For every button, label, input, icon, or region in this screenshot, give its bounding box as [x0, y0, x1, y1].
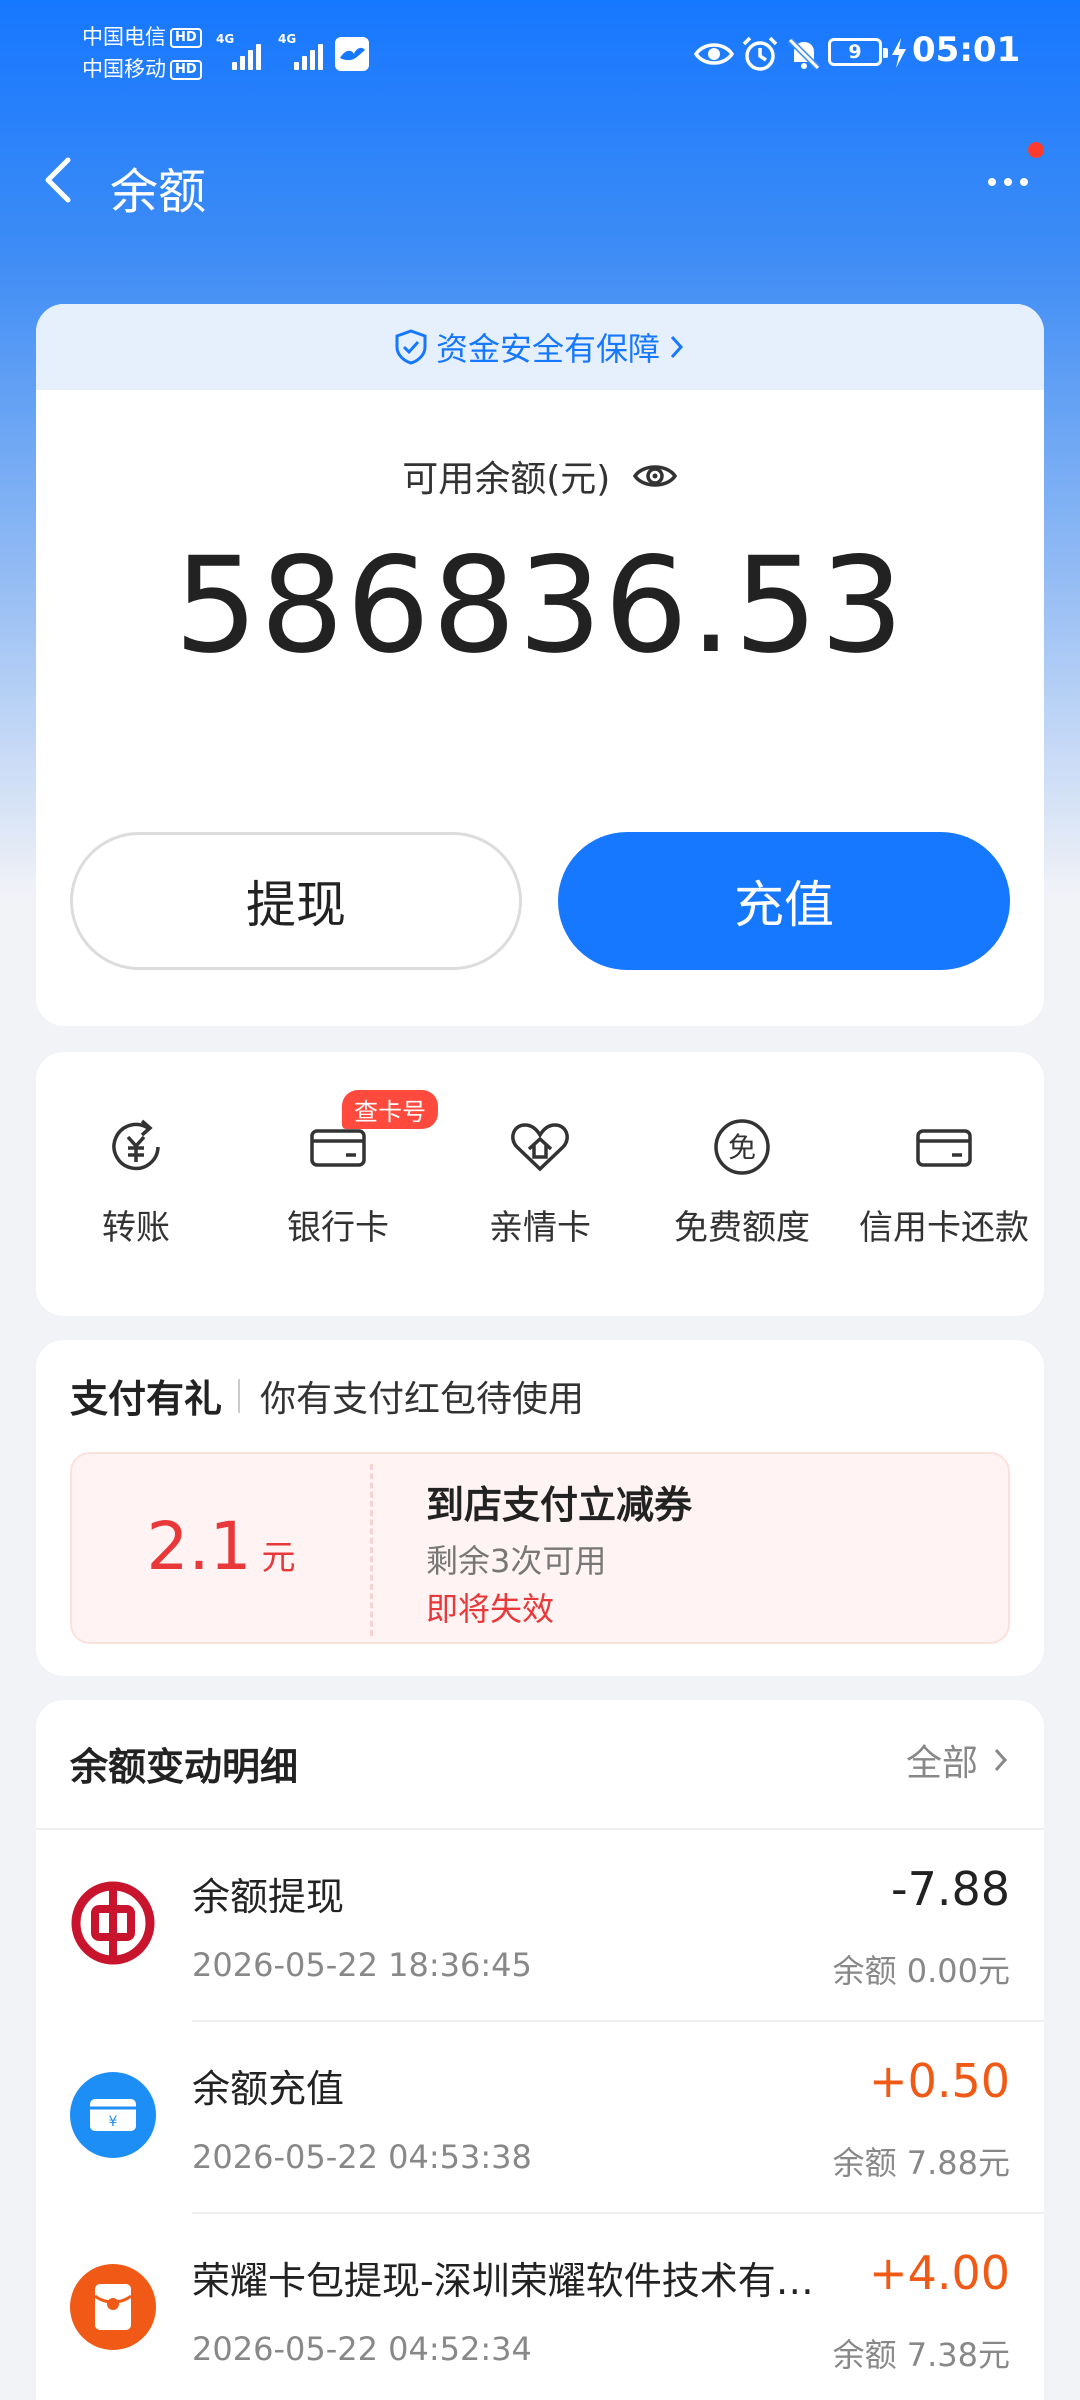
transaction-balance: 余额 7.88元 — [832, 2144, 1010, 2182]
chevron-right-icon — [670, 335, 684, 359]
mute-bell-icon — [787, 37, 821, 71]
recharge-button[interactable]: 充值 — [558, 832, 1010, 970]
page-title: 余额 — [110, 164, 207, 220]
transaction-amount: +0.50 — [869, 2054, 1010, 2108]
eye-toggle-icon[interactable] — [632, 458, 678, 494]
transaction-title: 荣耀卡包提现-深圳荣耀软件技术有… — [192, 2259, 814, 2303]
svg-text:¥: ¥ — [109, 2114, 118, 2130]
balance-card: 资金安全有保障 可用余额(元) 586836.53 提现 充值 — [36, 304, 1044, 1026]
transaction-balance: 余额 7.38元 — [832, 2336, 1010, 2374]
coupon-name: 到店支付立减券 — [426, 1483, 693, 1527]
balance-amount: 586836.53 — [174, 529, 906, 683]
bank-of-china-icon — [70, 1880, 156, 1966]
red-packet-icon — [70, 2264, 156, 2350]
coupon-amount-unit: 元 — [261, 1538, 296, 1578]
eye-comfort-icon — [694, 43, 734, 65]
transaction-amount: -7.88 — [890, 1862, 1010, 1916]
promo-header: 支付有礼 你有支付红包待使用 — [70, 1368, 584, 1423]
promo-subtitle: 你有支付红包待使用 — [260, 1378, 585, 1420]
status-bar: 中国电信 HD 中国移动 HD 4G 4G 9 05:01 — [0, 0, 1080, 110]
coupon[interactable]: 2.1 元 到店支付立减券 剩余3次可用 即将失效 — [70, 1452, 1010, 1644]
notification-dot — [1028, 142, 1044, 158]
transaction-title: 余额充值 — [192, 2067, 345, 2111]
shield-icon — [395, 329, 427, 365]
action-transfer[interactable]: 转账 — [36, 1106, 236, 1249]
network-type-label: 4G — [278, 32, 297, 46]
nav-header: 余额 — [0, 120, 1080, 240]
signal-1-icon: 4G — [216, 32, 261, 70]
coupon-amount: 2.1 元 — [72, 1508, 370, 1585]
transaction-time: 2026-05-22 18:36:45 — [192, 1946, 532, 1984]
more-options-button[interactable] — [980, 164, 1040, 194]
transaction-title: 余额提现 — [192, 1875, 345, 1919]
coupon-remaining: 剩余3次可用 — [426, 1542, 607, 1580]
security-text: 资金安全有保障 — [435, 330, 660, 368]
app-notification-icon — [335, 37, 369, 71]
action-family-card[interactable]: 亲情卡 — [440, 1106, 640, 1249]
coupon-expire: 即将失效 — [426, 1590, 555, 1628]
promo-title: 支付有礼 — [70, 1377, 223, 1421]
bank-card-tag: 查卡号 — [342, 1090, 438, 1129]
view-all-label: 全部 — [905, 1743, 978, 1784]
coupon-amount-value: 2.1 — [146, 1508, 252, 1585]
transaction-balance: 余额 0.00元 — [832, 1952, 1010, 1990]
coupon-divider — [370, 1464, 373, 1636]
transaction-row[interactable]: 荣耀卡包提现-深圳荣耀软件技术有… 2026-05-22 04:52:34 +4… — [36, 2214, 1044, 2400]
transfer-icon — [112, 1119, 160, 1171]
battery-icon: 9 — [828, 38, 888, 66]
transaction-time: 2026-05-22 04:53:38 — [192, 2138, 532, 2176]
charging-icon — [892, 38, 906, 68]
transaction-time: 2026-05-22 04:52:34 — [192, 2330, 532, 2368]
recharge-icon: ¥ — [70, 2072, 156, 2158]
security-banner[interactable]: 资金安全有保障 — [36, 304, 1044, 390]
battery-level: 9 — [848, 41, 862, 63]
transactions-card: 余额变动明细 全部 余额提现 2026-05-22 18:36:45 -7.88… — [36, 1700, 1044, 2400]
action-label: 银行卡 — [287, 1208, 389, 1248]
action-credit-card[interactable]: 信用卡还款 — [844, 1106, 1044, 1249]
svg-text:免: 免 — [728, 1131, 756, 1164]
divider — [238, 1378, 241, 1413]
alarm-icon — [742, 36, 778, 71]
recharge-label: 充值 — [734, 876, 834, 934]
carrier-1-label: 中国电信 — [82, 25, 166, 49]
balance-label: 可用余额(元) — [402, 459, 611, 500]
carrier-1: 中国电信 HD — [82, 24, 202, 50]
action-label: 信用卡还款 — [859, 1208, 1029, 1248]
signal-2-icon: 4G — [278, 32, 323, 70]
transaction-amount: +4.00 — [869, 2246, 1010, 2300]
network-type-label: 4G — [216, 32, 235, 46]
view-all-button[interactable]: 全部 — [906, 1734, 1010, 1786]
promo-card: 支付有礼 你有支付红包待使用 2.1 元 到店支付立减券 剩余3次可用 即将失效 — [36, 1340, 1044, 1676]
withdraw-label: 提现 — [246, 876, 346, 934]
action-free-quota[interactable]: 免 免费额度 — [642, 1106, 842, 1249]
hd-badge: HD — [170, 28, 202, 48]
clock: 05:01 — [912, 30, 1021, 70]
carrier-2-label: 中国移动 — [82, 57, 166, 81]
quick-actions-card: 转账 银行卡 查卡号 亲情卡 免 免费额度 信用卡还款 — [36, 1052, 1044, 1316]
family-card-icon — [511, 1123, 569, 1172]
hd-badge: HD — [170, 60, 202, 80]
action-label: 免费额度 — [674, 1208, 810, 1248]
credit-card-icon — [916, 1129, 972, 1167]
balance-label-row: 可用余额(元) — [36, 450, 1044, 502]
carrier-2: 中国移动 HD — [82, 56, 202, 82]
action-label: 亲情卡 — [489, 1208, 591, 1248]
action-label: 转账 — [102, 1208, 170, 1248]
free-quota-icon: 免 — [714, 1119, 770, 1175]
chevron-right-icon — [994, 1748, 1008, 1772]
transaction-row[interactable]: 余额提现 2026-05-22 18:36:45 -7.88 余额 0.00元 — [36, 1830, 1044, 2022]
transactions-title: 余额变动明细 — [70, 1745, 299, 1789]
back-button[interactable] — [30, 150, 90, 210]
transaction-row[interactable]: ¥ 余额充值 2026-05-22 04:53:38 +0.50 余额 7.88… — [36, 2022, 1044, 2214]
withdraw-button[interactable]: 提现 — [70, 832, 522, 970]
